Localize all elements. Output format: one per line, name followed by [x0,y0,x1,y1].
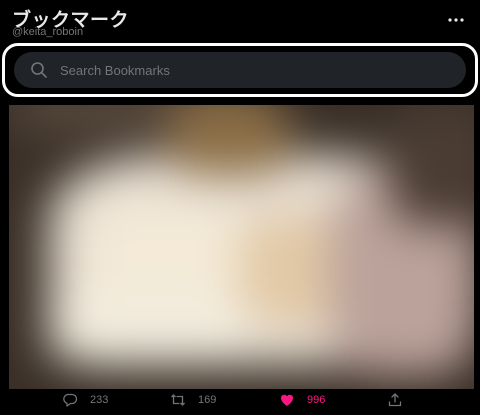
more-horizontal-icon [448,18,464,22]
search-icon [31,62,47,78]
tweet-actions: 233 169 996 [0,388,480,415]
retweet-icon [171,394,185,406]
retweet-button[interactable]: 169 [170,390,216,410]
user-handle: @keita_roboin [12,26,84,38]
more-options-button[interactable] [444,10,468,30]
search-input[interactable] [60,62,440,78]
blurred-image [9,105,474,389]
reply-button[interactable]: 233 [62,390,108,410]
share-button[interactable] [387,390,403,410]
retweet-count: 169 [198,394,217,406]
tweet-media-image[interactable] [9,105,474,389]
header: ブックマーク @keita_roboin [0,0,480,42]
reply-icon [63,393,78,407]
share-icon [388,393,402,407]
like-button[interactable]: 996 [279,390,325,410]
search-bar[interactable] [14,52,466,88]
heart-icon [280,394,294,406]
bookmarks-screen: ブックマーク @keita_roboin Search Bookmarks 23… [0,0,480,415]
reply-count: 233 [90,394,109,406]
like-count: 996 [307,394,326,406]
